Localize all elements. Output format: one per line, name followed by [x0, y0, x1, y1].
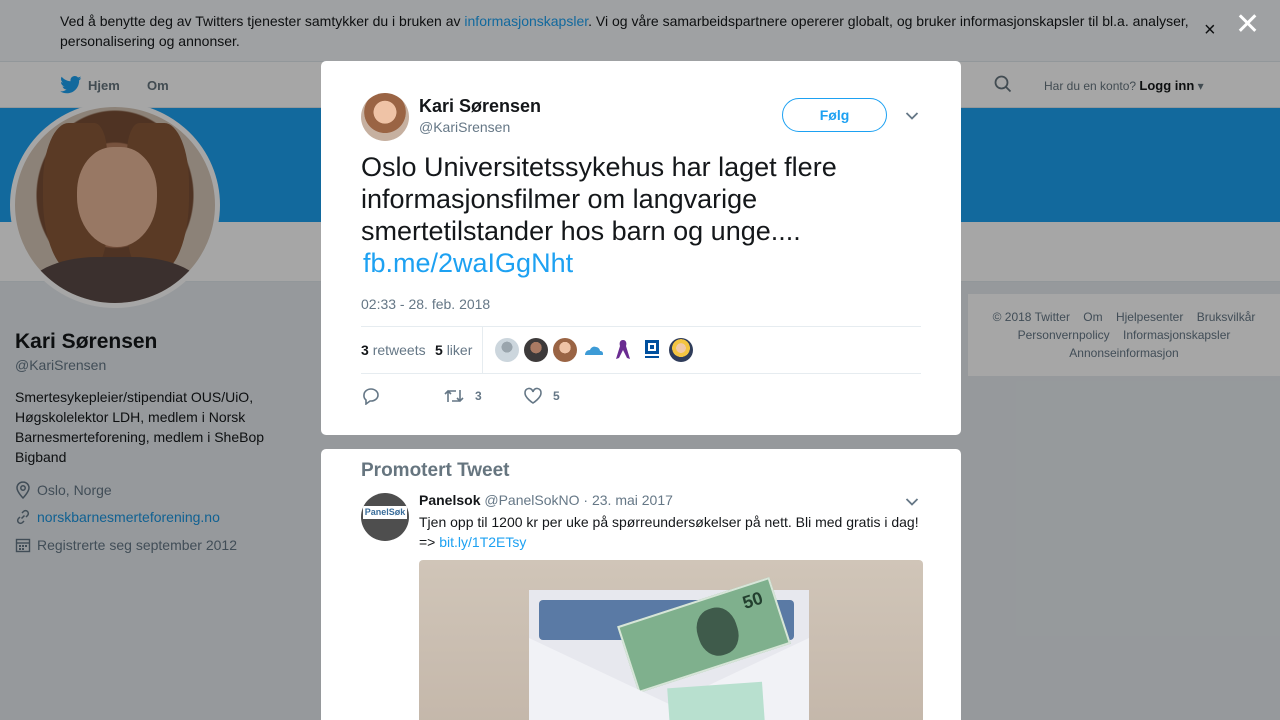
retweet-action[interactable]: 3: [443, 387, 482, 405]
liker-avatar-man[interactable]: [524, 338, 548, 362]
reply-action[interactable]: [361, 387, 391, 405]
liker-avatar-woman[interactable]: [553, 338, 577, 362]
promoted-text: Tjen opp til 1200 kr per uke på spørreun…: [419, 512, 924, 552]
tweet-author-avatar[interactable]: [361, 93, 409, 141]
liker-avatar-cloud[interactable]: [582, 338, 606, 362]
tweet-modal: Kari Sørensen @KariSrensen Følg Oslo Uni…: [321, 61, 961, 435]
like-count: 5: [553, 389, 560, 403]
tweet-link[interactable]: fb.me/2waIGgNht: [363, 248, 573, 278]
promoted-author-avatar[interactable]: PanelSøk: [361, 493, 409, 541]
chevron-down-icon[interactable]: [905, 108, 919, 126]
tweet-body: Oslo Universitetssykehus har laget flere…: [361, 152, 837, 246]
likes-label: liker: [446, 342, 473, 358]
liker-avatar-default[interactable]: [495, 338, 519, 362]
ribbon-icon: [616, 340, 630, 359]
tweet-actions: 3 5: [361, 385, 921, 409]
modal-close-button[interactable]: ✕: [1235, 10, 1260, 40]
promoted-author-line: Panelsok @PanelSokNO · 23. mai 2017: [419, 492, 673, 508]
retweets-label: retweets: [372, 342, 426, 358]
retweets-count: 3: [361, 342, 369, 358]
panelsok-logo: PanelSøk: [363, 506, 407, 519]
retweet-count: 3: [475, 389, 482, 403]
cloud-icon: [585, 346, 603, 355]
follow-button[interactable]: Følg: [782, 98, 887, 132]
ntnu-logo-icon: [645, 340, 659, 358]
like-action[interactable]: 5: [523, 387, 560, 405]
tweet-timestamp[interactable]: 02:33 - 28. feb. 2018: [361, 296, 490, 312]
likers-avatars: [495, 338, 698, 362]
stats-divider: [482, 327, 483, 373]
banknote-value: 50: [740, 587, 766, 613]
promoted-date[interactable]: · 23. mai 2017: [583, 492, 673, 508]
retweets-stat[interactable]: 3 retweets: [361, 342, 426, 358]
chevron-down-icon[interactable]: [905, 494, 919, 512]
liker-avatar-ntnu[interactable]: [640, 338, 664, 362]
promoted-title: Promotert Tweet: [361, 460, 510, 481]
reply-icon: [363, 388, 379, 405]
liker-avatar-ribbon[interactable]: [611, 338, 635, 362]
liker-avatar-blonde[interactable]: [669, 338, 693, 362]
tweet-stats: 3 retweets 5 liker: [361, 326, 921, 374]
tweet-text: Oslo Universitetssykehus har laget flere…: [361, 151, 921, 279]
promoted-author-name[interactable]: Panelsok: [419, 492, 480, 508]
promoted-author-handle[interactable]: @PanelSokNO: [484, 492, 579, 508]
likes-stat[interactable]: 5 liker: [435, 342, 472, 358]
tweet-author-handle[interactable]: @KariSrensen: [419, 119, 510, 135]
promoted-link[interactable]: bit.ly/1T2ETsy: [439, 534, 526, 550]
banknote-portrait: [691, 602, 745, 661]
promoted-image[interactable]: 50: [419, 560, 923, 720]
sticky-note: [667, 681, 766, 720]
promoted-tweet-card: Promotert Tweet PanelSøk Panelsok @Panel…: [321, 449, 961, 720]
likes-count: 5: [435, 342, 443, 358]
heart-icon: [524, 387, 542, 404]
tweet-author-name[interactable]: Kari Sørensen: [419, 96, 541, 117]
retweet-icon: [444, 389, 464, 403]
